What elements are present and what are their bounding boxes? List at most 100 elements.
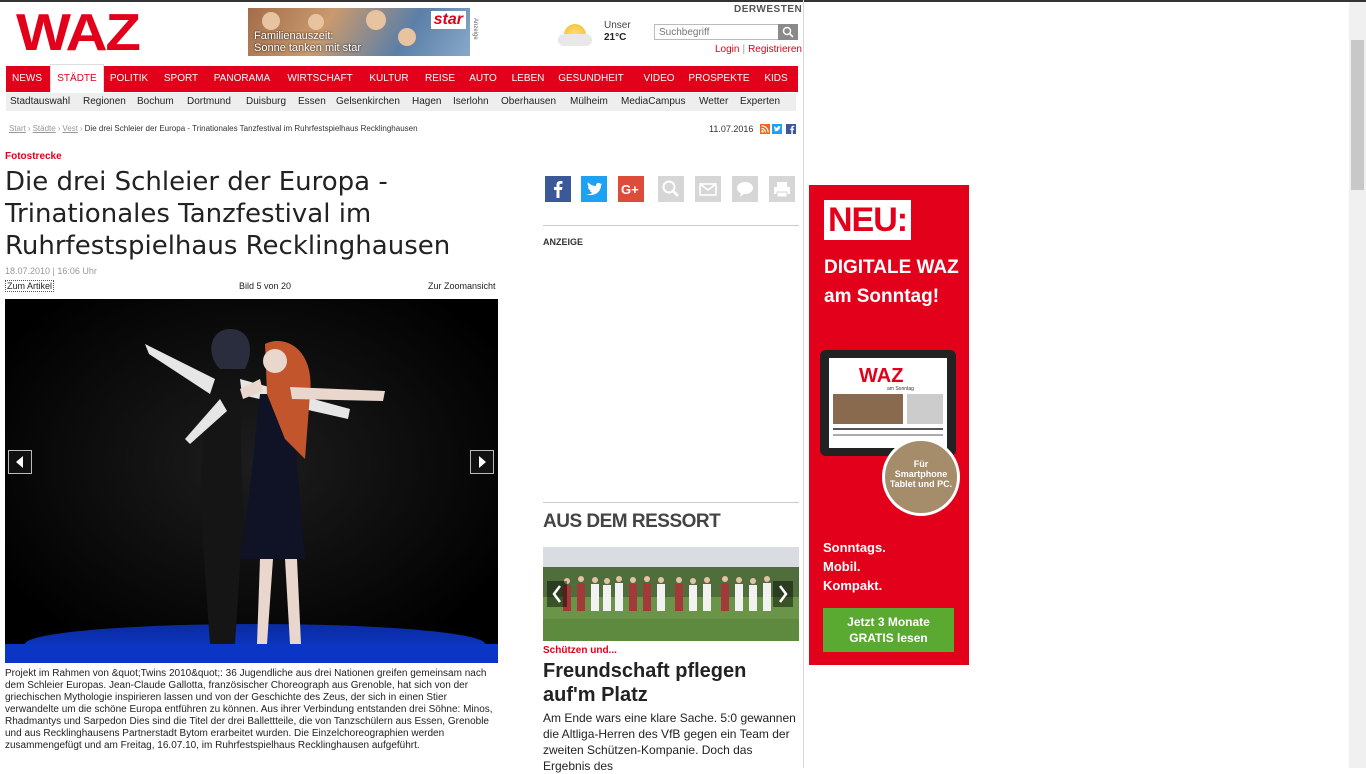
twitter-small-icon[interactable]: [772, 124, 782, 134]
zoom-button[interactable]: [658, 176, 684, 202]
dance-photo-illustration: [5, 299, 498, 663]
nav-leben[interactable]: LEBEN: [509, 66, 547, 92]
teaser-prev-button[interactable]: [547, 581, 567, 607]
breadcrumb-vest[interactable]: Vest: [62, 124, 78, 133]
rss-icon[interactable]: [760, 124, 770, 134]
nav-panorama[interactable]: PANORAMA: [210, 66, 274, 92]
weather-label: Unser: [604, 20, 631, 31]
page-date: 11.07.2016: [709, 124, 754, 134]
facebook-small-icon[interactable]: [786, 124, 796, 134]
subnav-mediacampus[interactable]: MediaCampus: [621, 93, 685, 111]
svg-text:G+: G+: [621, 182, 639, 197]
nav-kids[interactable]: KIDS: [760, 66, 792, 92]
ad-headline: DIGITALE WAZ am Sonntag!: [824, 257, 959, 307]
arrow-right-icon: [479, 456, 486, 468]
ad-badge: NEU:: [824, 200, 912, 240]
subnav-muelheim[interactable]: Mülheim: [570, 93, 608, 111]
subnav-gelsenkirchen[interactable]: Gelsenkirchen: [336, 93, 400, 111]
breadcrumb-current: Die drei Schleier der Europa - Trination…: [84, 124, 418, 133]
breadcrumb-start[interactable]: Start: [9, 124, 26, 133]
gallery-counter: Bild 5 von 20: [239, 281, 292, 291]
login-link[interactable]: Login: [715, 44, 739, 55]
sidebar-divider-ressort: [543, 502, 799, 503]
nav-video[interactable]: VIDEO: [640, 66, 678, 92]
nav-gesundheit[interactable]: GESUNDHEIT: [556, 66, 626, 92]
mail-button[interactable]: [695, 176, 721, 202]
article-title: Die drei Schleier der Europa - Trination…: [5, 167, 451, 261]
subnav-duisburg[interactable]: Duisburg: [246, 93, 286, 111]
chevron-right-icon: [779, 585, 788, 603]
breadcrumb: Start › Städte › Vest › Die drei Schleier der …: [9, 124, 418, 133]
subnav-dortmund[interactable]: Dortmund: [187, 93, 231, 111]
google-plus-share-button[interactable]: G+: [618, 176, 644, 202]
facebook-icon: [554, 181, 563, 198]
search-input[interactable]: [654, 24, 780, 40]
main-navigation: NEWS STÄDTE POLITIK SPORT PANORAMA WIRTS…: [6, 64, 798, 92]
waz-logo[interactable]: WAZ: [16, 7, 141, 59]
nav-auto[interactable]: AUTO: [466, 66, 500, 92]
article-meta: 18.07.2010 | 16:06 Uhr: [5, 266, 97, 276]
nav-wirtschaft[interactable]: WIRTSCHAFT: [286, 66, 354, 92]
subnav-bochum[interactable]: Bochum: [137, 93, 174, 111]
subnav-hagen[interactable]: Hagen: [412, 93, 441, 111]
nav-reise[interactable]: REISE: [422, 66, 458, 92]
header-ad-banner[interactable]: star Familienauszeit: Sonne tanken mit s…: [248, 8, 470, 56]
subnav-wetter[interactable]: Wetter: [699, 93, 728, 111]
teaser-text: Am Ende wars eine klare Sache. 5:0 gewan…: [543, 711, 796, 773]
subnav-essen[interactable]: Essen: [298, 93, 326, 111]
teaser-title[interactable]: Freundschaft pflegen auf'm Platz: [543, 659, 799, 707]
ressort-heading: AUS DEM RESSORT: [543, 511, 721, 532]
weather-temperature: 21°C: [604, 32, 627, 43]
derwesten-logo[interactable]: DERWESTEN: [734, 4, 802, 15]
facebook-share-button[interactable]: [545, 176, 571, 202]
teaser-next-button[interactable]: [773, 581, 793, 607]
tablet-logo: WAZ: [859, 365, 904, 387]
subnav-experten[interactable]: Experten: [740, 93, 780, 111]
scrollbar[interactable]: [1349, 2, 1366, 768]
previous-image-button[interactable]: [8, 450, 32, 474]
chevron-left-icon: [552, 585, 561, 603]
comment-button[interactable]: [732, 176, 758, 202]
ad-tagline: Sonntags. Mobil. Kompakt.: [823, 540, 886, 593]
google-plus-icon: G+: [621, 182, 639, 197]
ad-cta-button[interactable]: Jetzt 3 Monate GRATIS lesen: [823, 608, 954, 652]
scrollbar-thumb[interactable]: [1351, 40, 1364, 190]
zoom-view-link[interactable]: Zur Zoomansicht: [428, 281, 496, 291]
cloud-shape: [558, 34, 592, 46]
side-ad-digital-waz[interactable]: NEU: DIGITALE WAZ am Sonntag! WAZ am Son…: [809, 185, 969, 665]
breadcrumb-staedte[interactable]: Städte: [33, 124, 56, 133]
tablet-line: [833, 428, 943, 430]
teaser-kicker[interactable]: Schützen und...: [543, 645, 617, 656]
comment-icon: [737, 182, 753, 197]
teaser-image[interactable]: [543, 547, 799, 641]
ad-person-1: [262, 12, 280, 30]
subnav-oberhausen[interactable]: Oberhausen: [501, 93, 556, 111]
zoom-icon: [662, 180, 679, 197]
next-image-button[interactable]: [470, 450, 494, 474]
print-button[interactable]: [769, 176, 795, 202]
print-icon: [774, 182, 790, 198]
ad-brand-logo: star: [430, 11, 466, 29]
ad-banner-text: Familienauszeit: Sonne tanken mit star: [254, 30, 362, 54]
article-kicker: Fotostrecke: [5, 151, 62, 162]
tablet-logo-sub: am Sonntag: [887, 386, 914, 392]
nav-staedte[interactable]: STÄDTE: [50, 64, 104, 92]
weather-widget[interactable]: Unser 21°C: [558, 20, 638, 50]
search-icon: [782, 26, 794, 38]
back-to-article-link[interactable]: Zum Artikel: [5, 280, 55, 292]
register-link[interactable]: Registrieren: [748, 44, 802, 55]
nav-news[interactable]: NEWS: [6, 66, 48, 92]
subnav-stadtauswahl[interactable]: Stadtauswahl: [10, 93, 70, 111]
subnav-regionen[interactable]: Regionen: [83, 93, 126, 111]
nav-prospekte[interactable]: PROSPEKTE: [688, 66, 750, 92]
tablet-screen: WAZ am Sonntag: [829, 358, 947, 448]
sub-navigation: Stadtauswahl Regionen Bochum Dortmund Du…: [6, 93, 796, 111]
nav-sport[interactable]: SPORT: [160, 66, 202, 92]
search-button[interactable]: [778, 24, 798, 40]
twitter-share-button[interactable]: [581, 176, 607, 202]
nav-politik[interactable]: POLITIK: [106, 66, 152, 92]
gallery-photo[interactable]: [5, 299, 498, 663]
subnav-iserlohn[interactable]: Iserlohn: [453, 93, 489, 111]
nav-kultur[interactable]: KULTUR: [366, 66, 412, 92]
ad-label: Anzeige: [472, 18, 478, 40]
